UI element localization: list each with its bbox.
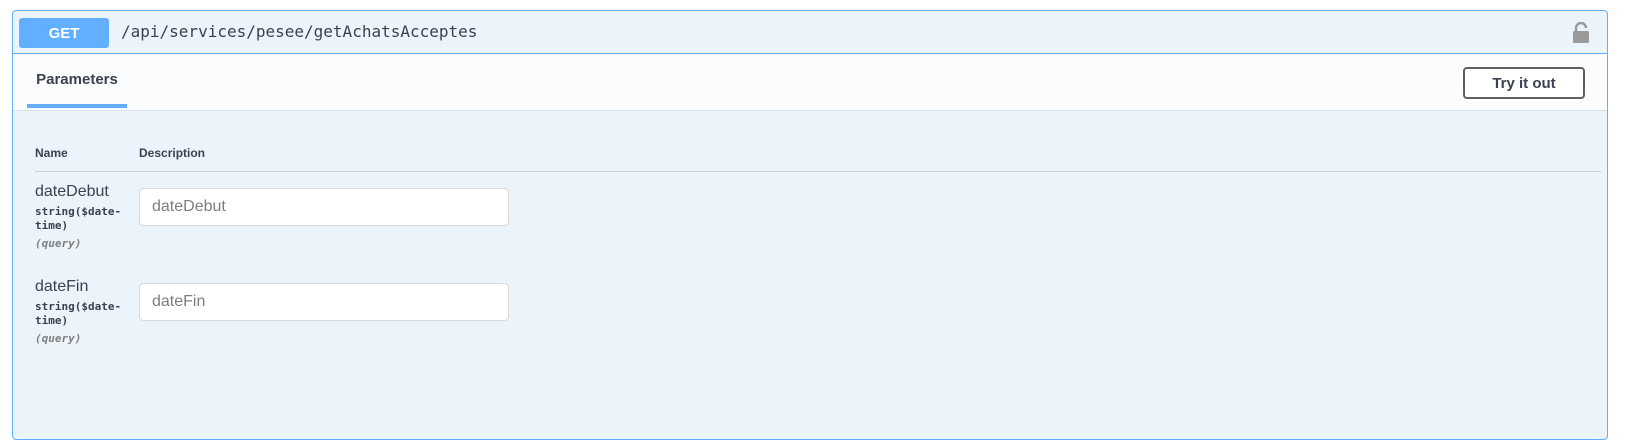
parameter-row: dateDebut string($date-time) (query) <box>35 183 535 250</box>
operation-block: GET /api/services/pesee/getAchatsAccepte… <box>12 10 1608 440</box>
parameter-type: string($date-time) <box>35 205 122 232</box>
endpoint-path: /api/services/pesee/getAchatsAcceptes <box>121 22 478 41</box>
lock-icon[interactable] <box>1571 21 1591 44</box>
column-header-description: Description <box>139 146 206 160</box>
parameter-location: (query) <box>35 332 82 345</box>
parameters-header: Parameters Try it out <box>13 54 1607 111</box>
parameter-row: dateFin string($date-time) (query) <box>35 278 535 345</box>
column-header-name: Name <box>35 146 68 160</box>
parameter-type: string($date-time) <box>35 300 122 327</box>
method-badge: GET <box>19 18 109 48</box>
parameter-location: (query) <box>35 237 82 250</box>
tab-parameters[interactable]: Parameters <box>27 54 127 108</box>
operation-summary[interactable]: GET /api/services/pesee/getAchatsAccepte… <box>13 11 1607 54</box>
try-it-out-button[interactable]: Try it out <box>1463 67 1585 99</box>
header-divider <box>35 171 1601 172</box>
date-fin-input[interactable] <box>139 283 509 321</box>
date-debut-input[interactable] <box>139 188 509 226</box>
